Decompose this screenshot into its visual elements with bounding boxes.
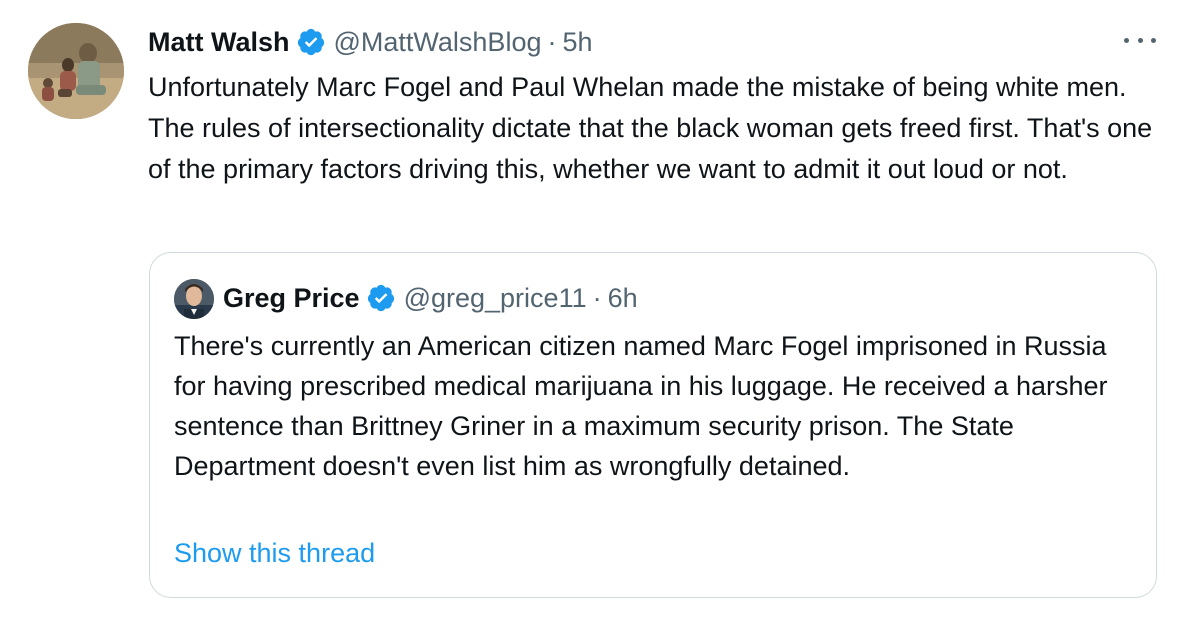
quoted-tweet[interactable]: Greg Price @greg_price11 · 6h There's cu… xyxy=(149,252,1157,598)
tweet-text: Unfortunately Marc Fogel and Paul Whelan… xyxy=(148,72,1153,184)
quoted-tweet-text: There's currently an American citizen na… xyxy=(174,331,1108,481)
quoted-author-name: Greg Price xyxy=(223,282,360,313)
timestamp[interactable]: 5h xyxy=(562,27,592,58)
author-avatar[interactable] xyxy=(28,23,124,119)
verified-badge-icon xyxy=(296,27,326,57)
quoted-timestamp: 6h xyxy=(607,282,638,313)
avatar-photo-image xyxy=(28,23,124,119)
tweet-header: Matt Walsh @MattWalshBlog · 5h xyxy=(148,22,593,62)
separator-dot: · xyxy=(592,282,602,313)
quoted-avatar-photo-image xyxy=(174,279,214,319)
separator-dot: · xyxy=(547,26,557,57)
quoted-tweet-header: Greg Price @greg_price11 · 6h xyxy=(223,277,638,319)
verified-badge-icon xyxy=(366,283,396,313)
tweet[interactable]: Matt Walsh @MattWalshBlog · 5h Unfortuna… xyxy=(0,0,1182,620)
show-thread-link[interactable]: Show this thread xyxy=(174,533,375,573)
author-name[interactable]: Matt Walsh xyxy=(148,27,290,58)
more-horizontal-icon[interactable] xyxy=(1124,30,1156,50)
author-handle[interactable]: @MattWalshBlog xyxy=(334,27,542,58)
quoted-author-handle: @greg_price11 xyxy=(403,282,587,313)
quoted-author-avatar xyxy=(174,279,214,319)
